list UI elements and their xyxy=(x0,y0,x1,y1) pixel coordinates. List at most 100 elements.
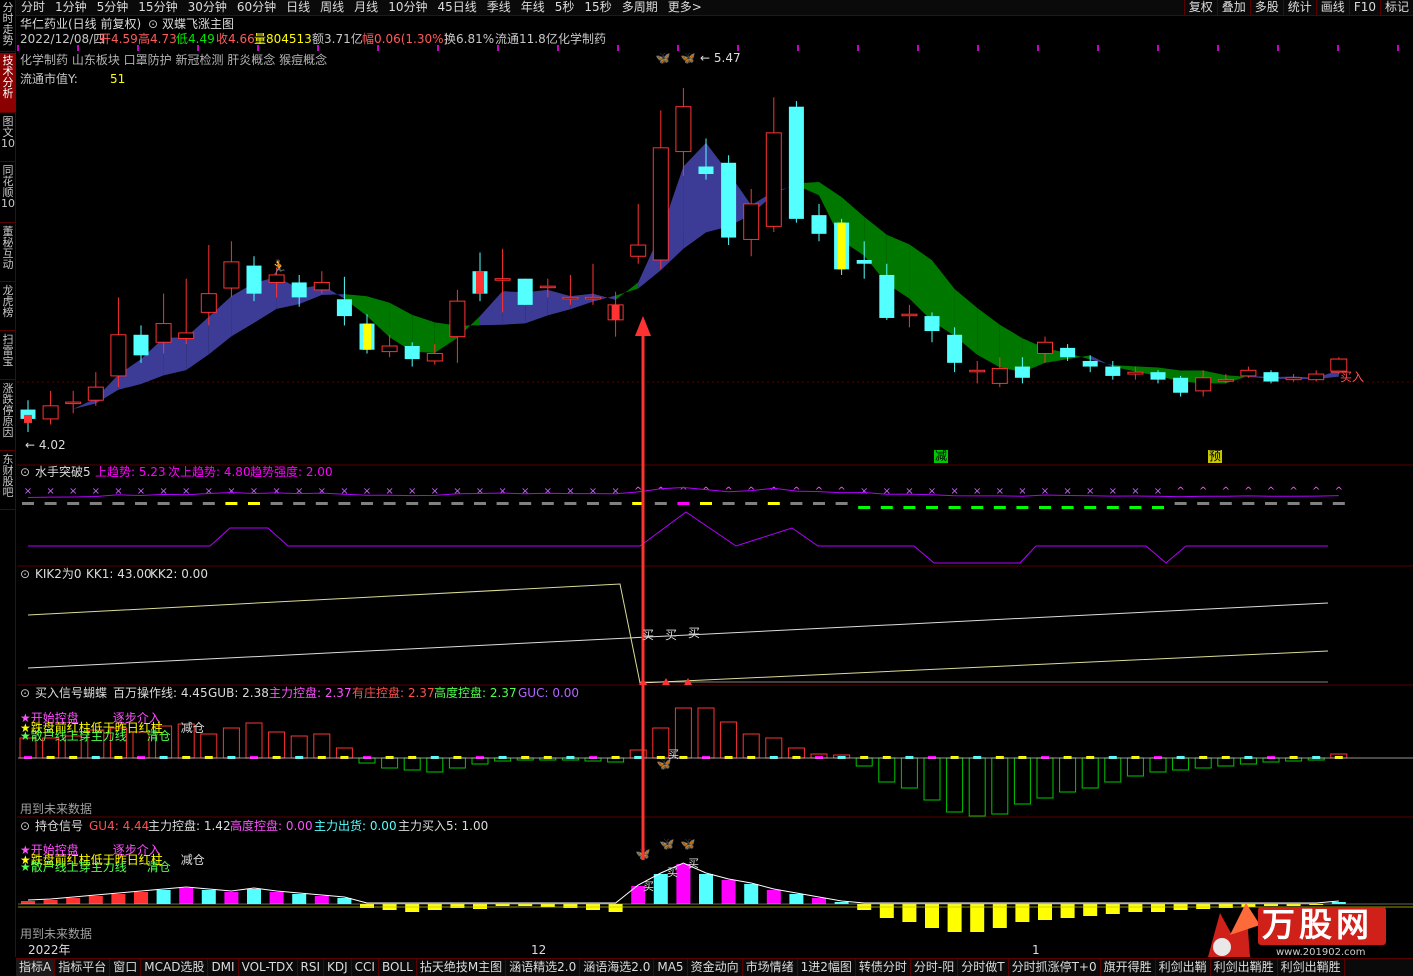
indicator-tab[interactable]: VOL-TDX xyxy=(239,959,298,976)
signal-dot xyxy=(882,756,891,759)
trend-mark: ^ xyxy=(837,486,845,497)
strength-bar xyxy=(1287,502,1300,505)
panel3-main-ctrl: 主力控盘: 2.37 xyxy=(269,686,352,700)
buy-label: 买入 xyxy=(1340,370,1365,384)
signal-dot xyxy=(295,756,304,759)
signal-dot xyxy=(905,756,914,759)
signal-dot xyxy=(1041,756,1049,759)
indicator-tab[interactable]: BOLL xyxy=(379,959,417,976)
watermark-logo: 万股网 www.201902.com xyxy=(1200,895,1390,960)
holding-bar xyxy=(450,904,465,908)
holding-bar xyxy=(744,884,759,904)
chart-settings-icon[interactable]: ⊙ xyxy=(148,18,158,31)
candle-body-up xyxy=(42,405,59,420)
indicator-tab[interactable]: 利剑出鞘胜 xyxy=(1278,959,1345,976)
signal-dot xyxy=(634,756,643,759)
signal-dot xyxy=(589,756,597,759)
candle-body-down xyxy=(947,334,963,363)
holding-bar xyxy=(879,904,894,918)
indicator-tab[interactable]: 分时-阳 xyxy=(911,959,959,976)
strength-bar xyxy=(180,502,193,505)
legend-text: 减仓 xyxy=(180,853,205,867)
signal-bar xyxy=(1126,757,1144,777)
holding-bar xyxy=(360,904,374,908)
indicator-tab[interactable]: MA5 xyxy=(654,959,688,976)
signal-dot xyxy=(1244,756,1253,759)
indicator-tab[interactable]: 指标A xyxy=(16,959,56,976)
indicator-tab[interactable]: 转债分时 xyxy=(856,959,911,976)
indicator-tab[interactable]: 分时做T xyxy=(958,959,1009,976)
float-market-label: 流通市值Y: xyxy=(20,72,78,86)
indicator-tab[interactable]: 指标平台 xyxy=(55,959,111,976)
panel3-legend-clear: ★散户线上穿主力线 清仓 xyxy=(20,730,171,743)
signal-bar xyxy=(923,757,941,801)
panel3-future-note: 用到未来数据 xyxy=(20,802,93,816)
indicator-tab[interactable]: 分时抓涨停T+0 xyxy=(1009,959,1101,976)
panel2-settings-icon[interactable]: ⊙ xyxy=(20,568,30,581)
indicator-tab[interactable]: 窗口 xyxy=(110,959,142,976)
panel1-settings-icon[interactable]: ⊙ xyxy=(20,466,30,479)
strength-bar xyxy=(587,502,599,505)
indicator-tab[interactable]: 利剑出鞘 xyxy=(1156,959,1211,976)
indicator-tab[interactable]: CCI xyxy=(352,959,379,976)
indicator-tab[interactable]: 资金动向 xyxy=(688,959,743,976)
panel4-buy-mark: 买 xyxy=(688,857,699,870)
holding-bar xyxy=(179,888,194,904)
indicator-tab[interactable]: RSI xyxy=(298,959,325,976)
indicator-tab[interactable]: 涵语精选2.0 xyxy=(506,959,581,976)
panel2-buy-mark: 买 xyxy=(688,626,701,640)
signal-dot xyxy=(1108,756,1117,759)
holding-bar xyxy=(43,900,58,904)
indicator-tab[interactable]: 涵语海选2.0 xyxy=(580,959,655,976)
holding-bar xyxy=(269,892,284,904)
strength-bar xyxy=(248,502,260,505)
signal-dot xyxy=(521,756,530,759)
indicator-tab[interactable]: DMI xyxy=(208,959,239,976)
panel4-buy-mark: 买 xyxy=(643,880,654,893)
candle-body-up xyxy=(1037,341,1053,354)
candle-body-up xyxy=(743,203,760,240)
panel1-up-trend: 上趋势: 5.23 xyxy=(95,465,166,479)
panel2-buy-mark: 买 xyxy=(665,628,678,642)
holding-bar xyxy=(992,904,1007,928)
indicator-tab[interactable]: 1进2幅图 xyxy=(798,959,856,976)
indicator-tab[interactable]: MCAD选股 xyxy=(141,959,209,976)
signal-dot xyxy=(1018,756,1027,759)
signal-candle xyxy=(363,323,371,350)
candle-body-up xyxy=(494,278,511,281)
holding-bar xyxy=(970,904,985,932)
holding-bar xyxy=(699,874,713,904)
signal-dot xyxy=(973,756,982,759)
trend-mark: × xyxy=(860,486,868,497)
indicator-tab[interactable]: 市场情绪 xyxy=(743,959,798,976)
panel3-line: 百万操作线: 4.45 xyxy=(113,686,208,700)
bar-open: 开4.59 xyxy=(99,32,138,46)
panel4-settings-icon[interactable]: ⊙ xyxy=(20,820,30,833)
indicator-tab[interactable]: KDJ xyxy=(324,959,352,976)
candle-body-up xyxy=(65,401,82,405)
holding-bar xyxy=(834,902,849,904)
candle-body-up xyxy=(155,323,172,343)
strength-bar xyxy=(112,502,125,505)
candle-body-down xyxy=(811,215,827,234)
signal-dot xyxy=(769,756,778,759)
candle-body-up xyxy=(381,345,398,353)
panel4-high-ctrl: 高度控盘: 0.00 xyxy=(230,819,313,833)
signal-dot xyxy=(204,756,213,759)
trend-mark: × xyxy=(318,486,326,497)
high-price-marker: ← 5.47 xyxy=(700,51,741,65)
indicator-tab[interactable]: 旗开得胜 xyxy=(1101,959,1156,976)
holding-bar xyxy=(224,892,239,904)
signal-bar xyxy=(1217,757,1235,767)
panel1-strength: 趋势强度: 2.00 xyxy=(250,465,333,479)
strength-bar xyxy=(790,502,803,505)
strength-bar xyxy=(428,502,441,505)
strength-bar xyxy=(1129,506,1142,509)
candle-body-up xyxy=(969,369,986,373)
strength-bar xyxy=(609,502,622,505)
indicator-tab[interactable]: 拈天绝技M主图 xyxy=(417,959,507,976)
indicator-tab[interactable]: 利剑出鞘胜 xyxy=(1211,959,1278,976)
candle-body-down xyxy=(133,334,149,356)
signal-candle xyxy=(611,304,620,320)
panel3-settings-icon[interactable]: ⊙ xyxy=(20,687,30,700)
